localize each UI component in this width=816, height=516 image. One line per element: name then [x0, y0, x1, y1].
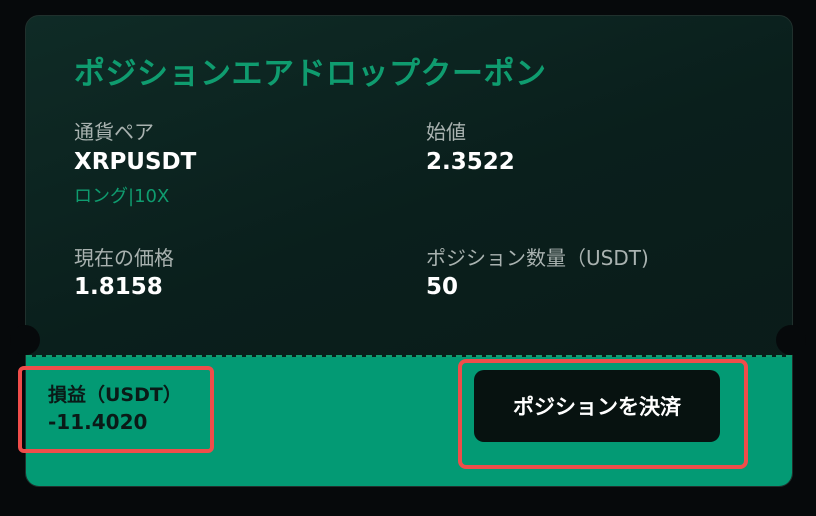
- open-price-label: 始値: [426, 120, 466, 144]
- current-price-value: 1.8158: [74, 274, 163, 300]
- current-price-label: 現在の価格: [74, 246, 174, 270]
- ticket-notch-right: [776, 325, 806, 355]
- position-size-label: ポジション数量（USDT): [426, 246, 649, 270]
- card-title: ポジションエアドロップクーポン: [74, 56, 547, 92]
- pair-direction-leverage: ロング|10X: [74, 186, 170, 207]
- pnl-highlight-box: [18, 366, 214, 453]
- pair-value: XRPUSDT: [74, 149, 197, 175]
- pair-label: 通貨ペア: [74, 120, 154, 144]
- ticket-notch-left: [10, 325, 40, 355]
- position-size-value: 50: [426, 274, 459, 300]
- close-button-highlight-box: [458, 359, 748, 469]
- open-price-value: 2.3522: [426, 149, 515, 175]
